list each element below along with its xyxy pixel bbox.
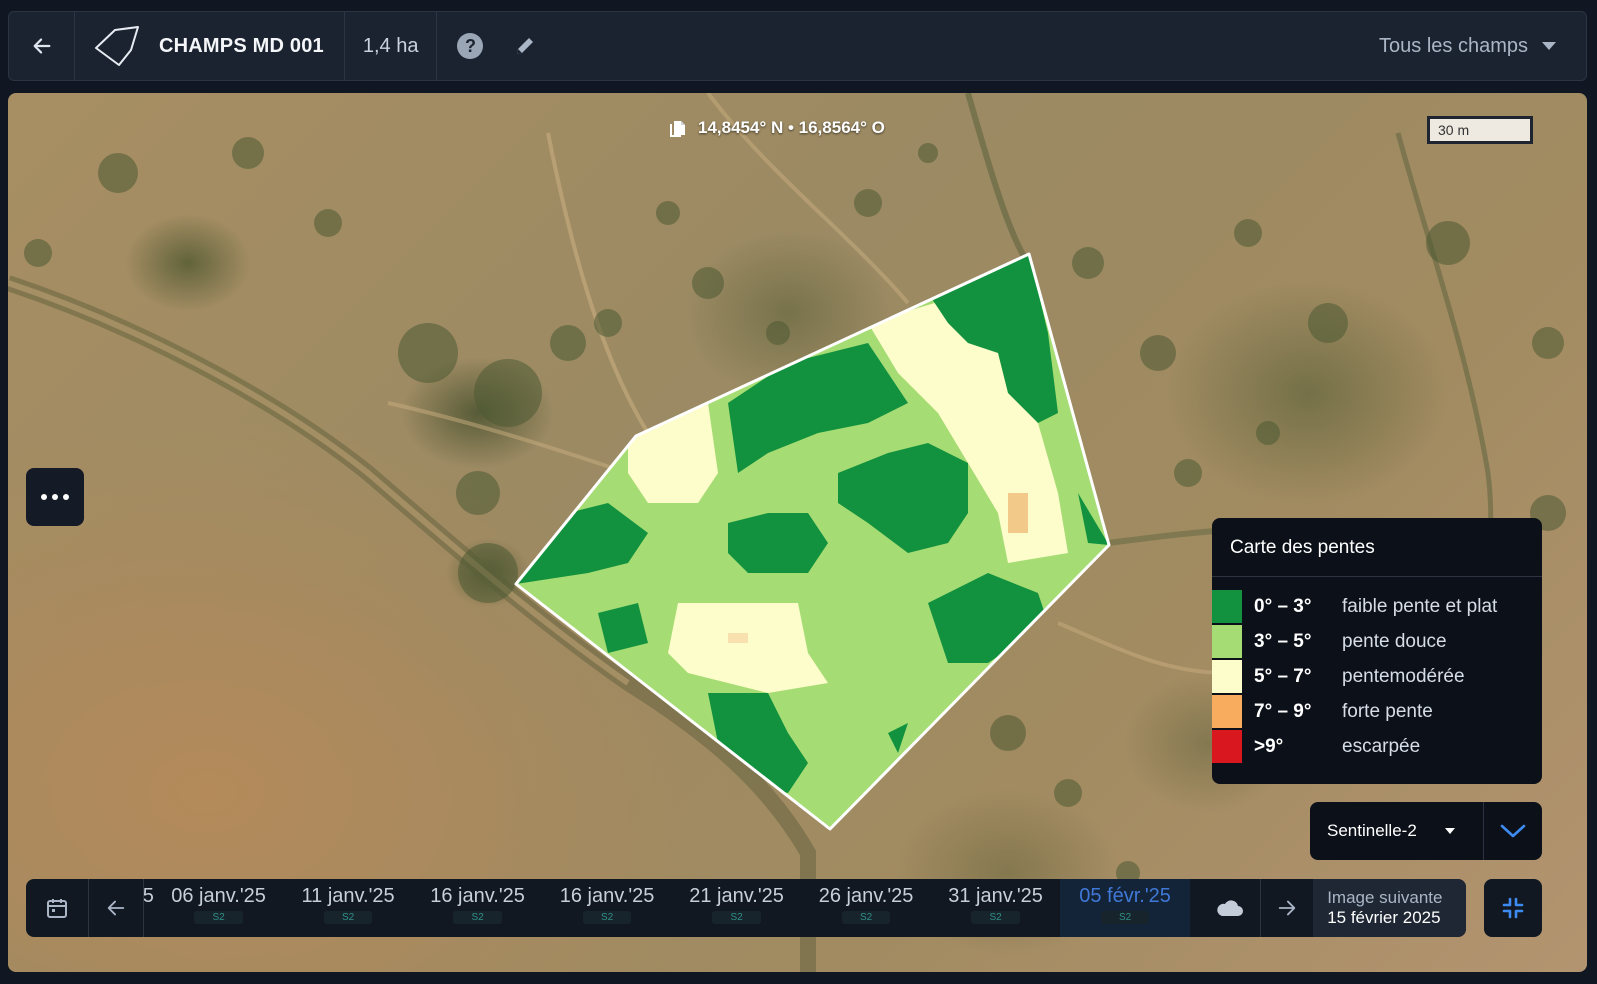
calendar-icon xyxy=(46,899,67,918)
satellite-source-selector: Sentinelle-2 xyxy=(1310,802,1542,860)
timeline-date[interactable]: 06 janv.'25 S2 xyxy=(154,879,284,937)
timeline-date[interactable]: 11 janv.'25 S2 xyxy=(283,879,413,937)
timeline-date[interactable]: 5 xyxy=(144,879,154,937)
timeline-date[interactable]: 26 janv.'25 S2 xyxy=(801,879,931,937)
legend-item: >9° escarpée xyxy=(1212,729,1542,764)
next-image-info[interactable]: Image suivante 15 février 2025 xyxy=(1313,879,1466,937)
all-fields-dropdown[interactable]: Tous les champs xyxy=(1379,12,1556,80)
source-badge: S2 xyxy=(971,911,1020,924)
field-info: CHAMPS MD 001 xyxy=(75,12,345,80)
legend-swatch xyxy=(1212,695,1242,728)
pencil-icon[interactable] xyxy=(513,34,537,58)
copy-icon[interactable] xyxy=(668,118,688,138)
slope-legend: Carte des pentes 0° – 3° faible pente et… xyxy=(1212,518,1542,784)
source-badge: S2 xyxy=(1100,911,1150,924)
date-label: 16 janv.'25 xyxy=(559,885,655,907)
legend-item: 3° – 5° pente douce xyxy=(1212,624,1542,659)
legend-swatch xyxy=(1212,730,1242,763)
legend-swatch xyxy=(1212,660,1242,693)
scale-bar: 30 m xyxy=(1427,116,1533,144)
cloud-icon xyxy=(1217,900,1244,916)
coordinates-readout: 14,8454° N • 16,8564° O xyxy=(668,118,885,138)
more-options-button[interactable] xyxy=(26,468,84,526)
timeline-date[interactable]: 16 janv.'25 S2 xyxy=(542,879,672,937)
chevron-down-icon xyxy=(1500,824,1526,838)
timeline-date[interactable]: 31 janv.'25 S2 xyxy=(931,879,1061,937)
source-label: Sentinelle-2 xyxy=(1327,821,1417,840)
source-badge: S2 xyxy=(453,911,502,924)
legend-item: 7° – 9° forte pente xyxy=(1212,694,1542,729)
previous-date-button[interactable] xyxy=(89,879,144,937)
caret-down-icon xyxy=(1444,828,1455,834)
satellite-map[interactable]: 14,8454° N • 16,8564° O 30 m Carte des p… xyxy=(8,93,1587,972)
source-badge: S2 xyxy=(323,911,373,924)
legend-range: >9° xyxy=(1254,735,1284,757)
help-icon[interactable]: ? xyxy=(457,33,484,59)
arrow-right-icon xyxy=(1278,900,1296,916)
dot-icon xyxy=(41,494,47,500)
legend-title: Carte des pentes xyxy=(1212,518,1542,577)
calendar-button[interactable] xyxy=(26,879,89,937)
all-fields-label: Tous les champs xyxy=(1379,34,1528,57)
timeline-date-selected[interactable]: 05 févr.'25 S2 xyxy=(1060,879,1190,937)
source-badge: S2 xyxy=(194,911,243,924)
field-name: CHAMPS MD 001 xyxy=(159,34,324,57)
expand-panel-button[interactable] xyxy=(1484,802,1542,860)
legend-label: forte pente xyxy=(1342,700,1433,722)
image-timeline: 5 06 janv.'25 S2 11 janv.'25 S2 16 janv.… xyxy=(26,879,1466,937)
legend-item: 0° – 3° faible pente et plat xyxy=(1212,589,1542,624)
arrow-left-icon xyxy=(33,38,50,54)
source-badge: S2 xyxy=(582,911,632,924)
legend-range: 3° – 5° xyxy=(1254,630,1312,652)
dot-icon xyxy=(63,494,69,500)
date-label: 16 janv.'25 xyxy=(430,885,525,907)
field-tools: ? xyxy=(437,12,537,80)
legend-swatch xyxy=(1212,590,1242,623)
arrow-left-icon xyxy=(107,900,125,916)
chevron-down-icon xyxy=(1542,42,1556,50)
back-button[interactable] xyxy=(9,12,75,80)
date-label: 21 janv.'25 xyxy=(689,885,784,907)
date-label: 26 janv.'25 xyxy=(818,885,914,907)
source-badge: S2 xyxy=(712,911,761,924)
cloud-filter-button[interactable] xyxy=(1200,879,1262,937)
source-badge: S2 xyxy=(841,911,891,924)
timeline-date[interactable]: 16 janv.'25 S2 xyxy=(413,879,543,937)
date-label: 31 janv.'25 xyxy=(948,885,1043,907)
date-label: 05 févr.'25 xyxy=(1079,885,1171,907)
field-shape-icon xyxy=(95,26,139,66)
dot-icon xyxy=(52,494,58,500)
top-bar: CHAMPS MD 001 1,4 ha ? Tous les champs xyxy=(8,11,1587,81)
legend-label: escarpée xyxy=(1342,735,1421,757)
legend-range: 0° – 3° xyxy=(1254,595,1312,617)
source-dropdown[interactable]: Sentinelle-2 xyxy=(1310,802,1484,860)
date-strip: 5 06 janv.'25 S2 11 janv.'25 S2 16 janv.… xyxy=(144,879,1201,937)
legend-label: pentemodérée xyxy=(1342,665,1465,687)
next-date-button[interactable] xyxy=(1261,879,1313,937)
next-image-date: 15 février 2025 xyxy=(1327,908,1441,927)
next-image-title: Image suivante xyxy=(1327,888,1443,907)
date-label: 06 janv.'25 xyxy=(171,885,266,907)
legend-swatch xyxy=(1212,625,1242,658)
coordinates-text: 14,8454° N • 16,8564° O xyxy=(698,118,885,137)
timeline-date[interactable]: 21 janv.'25 S2 xyxy=(672,879,802,937)
legend-item: 5° – 7° pentemodérée xyxy=(1212,659,1542,694)
collapse-button[interactable] xyxy=(1484,879,1542,937)
collapse-icon xyxy=(1502,897,1524,919)
legend-label: pente douce xyxy=(1342,630,1447,652)
legend-range: 5° – 7° xyxy=(1254,665,1312,687)
legend-label: faible pente et plat xyxy=(1342,595,1498,617)
date-label: 5 xyxy=(143,885,154,907)
field-area: 1,4 ha xyxy=(345,12,438,80)
legend-range: 7° – 9° xyxy=(1254,700,1312,722)
date-label: 11 janv.'25 xyxy=(301,885,395,907)
